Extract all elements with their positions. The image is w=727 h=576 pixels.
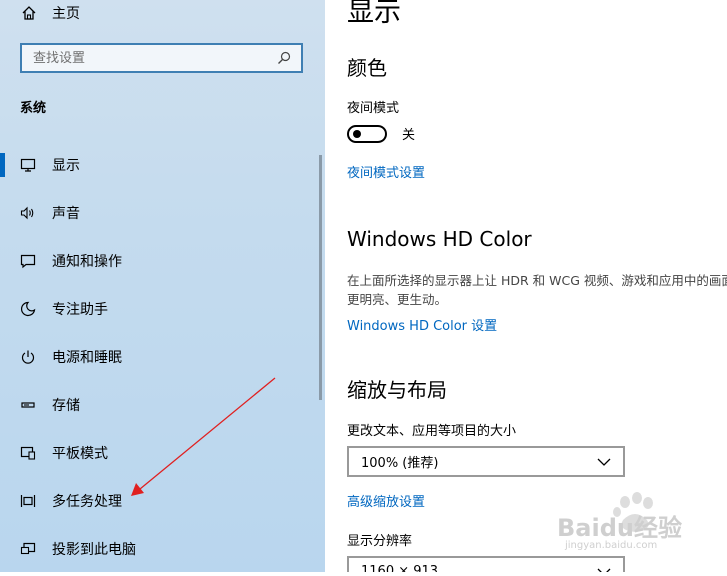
sidebar-item-label: 声音 — [52, 206, 80, 222]
sidebar-item-display[interactable]: 显示 — [0, 141, 320, 189]
sidebar-item-label: 显示 — [52, 158, 80, 174]
night-mode-settings-link[interactable]: 夜间模式设置 — [347, 162, 425, 181]
sidebar-item-label: 存储 — [52, 398, 80, 414]
sidebar-nav: 显示 声音 通知和操作 专注助手 电源和睡眠 存储 平板模式 多任务处理 投影到… — [0, 141, 320, 572]
sidebar-item-focus-assist[interactable]: 专注助手 — [0, 285, 320, 333]
advanced-scaling-link[interactable]: 高级缩放设置 — [347, 491, 425, 510]
scale-label: 更改文本、应用等项目的大小 — [347, 424, 517, 439]
project-icon — [19, 540, 37, 558]
monitor-icon — [19, 156, 37, 174]
home-link[interactable]: 主页 — [20, 0, 80, 26]
color-heading: 颜色 — [347, 56, 387, 80]
night-mode-toggle-row: 关 — [347, 124, 415, 143]
sidebar-item-project-to-pc[interactable]: 投影到此电脑 — [0, 525, 320, 572]
sidebar-item-label: 专注助手 — [52, 302, 108, 318]
sidebar-item-label: 电源和睡眠 — [52, 350, 122, 366]
sidebar-item-storage[interactable]: 存储 — [0, 381, 320, 429]
sidebar-item-notifications[interactable]: 通知和操作 — [0, 237, 320, 285]
sidebar: 主页 系统 显示 声音 通知和操作 专注助手 电源和睡眠 存储 — [0, 0, 325, 572]
night-mode-state: 关 — [402, 128, 416, 143]
sidebar-item-tablet-mode[interactable]: 平板模式 — [0, 429, 320, 477]
hd-color-settings-link[interactable]: Windows HD Color 设置 — [347, 315, 497, 334]
resolution-value: 1160 × 913 — [361, 564, 439, 572]
hd-color-heading: Windows HD Color — [347, 227, 532, 251]
multitask-icon — [19, 492, 37, 510]
tablet-icon — [19, 444, 37, 462]
sidebar-item-label: 多任务处理 — [52, 494, 122, 510]
chevron-down-icon — [597, 458, 611, 466]
sidebar-item-sound[interactable]: 声音 — [0, 189, 320, 237]
main-content: 显示 颜色 夜间模式 关 夜间模式设置 Windows HD Color 在上面… — [325, 0, 727, 572]
toggle-knob — [353, 129, 361, 138]
home-icon — [20, 4, 38, 22]
power-icon — [19, 348, 37, 366]
notification-icon — [19, 252, 37, 270]
sidebar-item-multitasking[interactable]: 多任务处理 — [0, 477, 320, 525]
section-title: 系统 — [20, 101, 47, 116]
night-mode-label: 夜间模式 — [347, 101, 400, 116]
search-box[interactable] — [20, 43, 303, 73]
sidebar-item-label: 通知和操作 — [52, 254, 122, 270]
resolution-dropdown[interactable]: 1160 × 913 — [347, 556, 625, 572]
speaker-icon — [19, 204, 37, 222]
page-title: 显示 — [347, 0, 401, 28]
search-input[interactable] — [31, 49, 276, 67]
moon-icon — [19, 300, 37, 318]
night-mode-toggle[interactable] — [347, 124, 387, 143]
sidebar-item-power-sleep[interactable]: 电源和睡眠 — [0, 333, 320, 381]
hd-color-description: 在上面所选择的显示器上让 HDR 和 WCG 视频、游戏和应用中的画面更明亮、更… — [347, 273, 727, 307]
resolution-label: 显示分辨率 — [347, 534, 413, 549]
scale-value: 100% (推荐) — [361, 456, 439, 471]
chevron-down-icon — [597, 568, 611, 572]
scale-dropdown[interactable]: 100% (推荐) — [347, 446, 625, 477]
sidebar-item-label: 平板模式 — [52, 446, 108, 462]
scale-layout-heading: 缩放与布局 — [347, 378, 447, 402]
sidebar-scrollbar[interactable] — [319, 155, 322, 400]
search-icon[interactable] — [276, 50, 292, 66]
storage-icon — [19, 396, 37, 414]
sidebar-item-label: 投影到此电脑 — [52, 542, 136, 558]
home-label: 主页 — [52, 6, 80, 22]
